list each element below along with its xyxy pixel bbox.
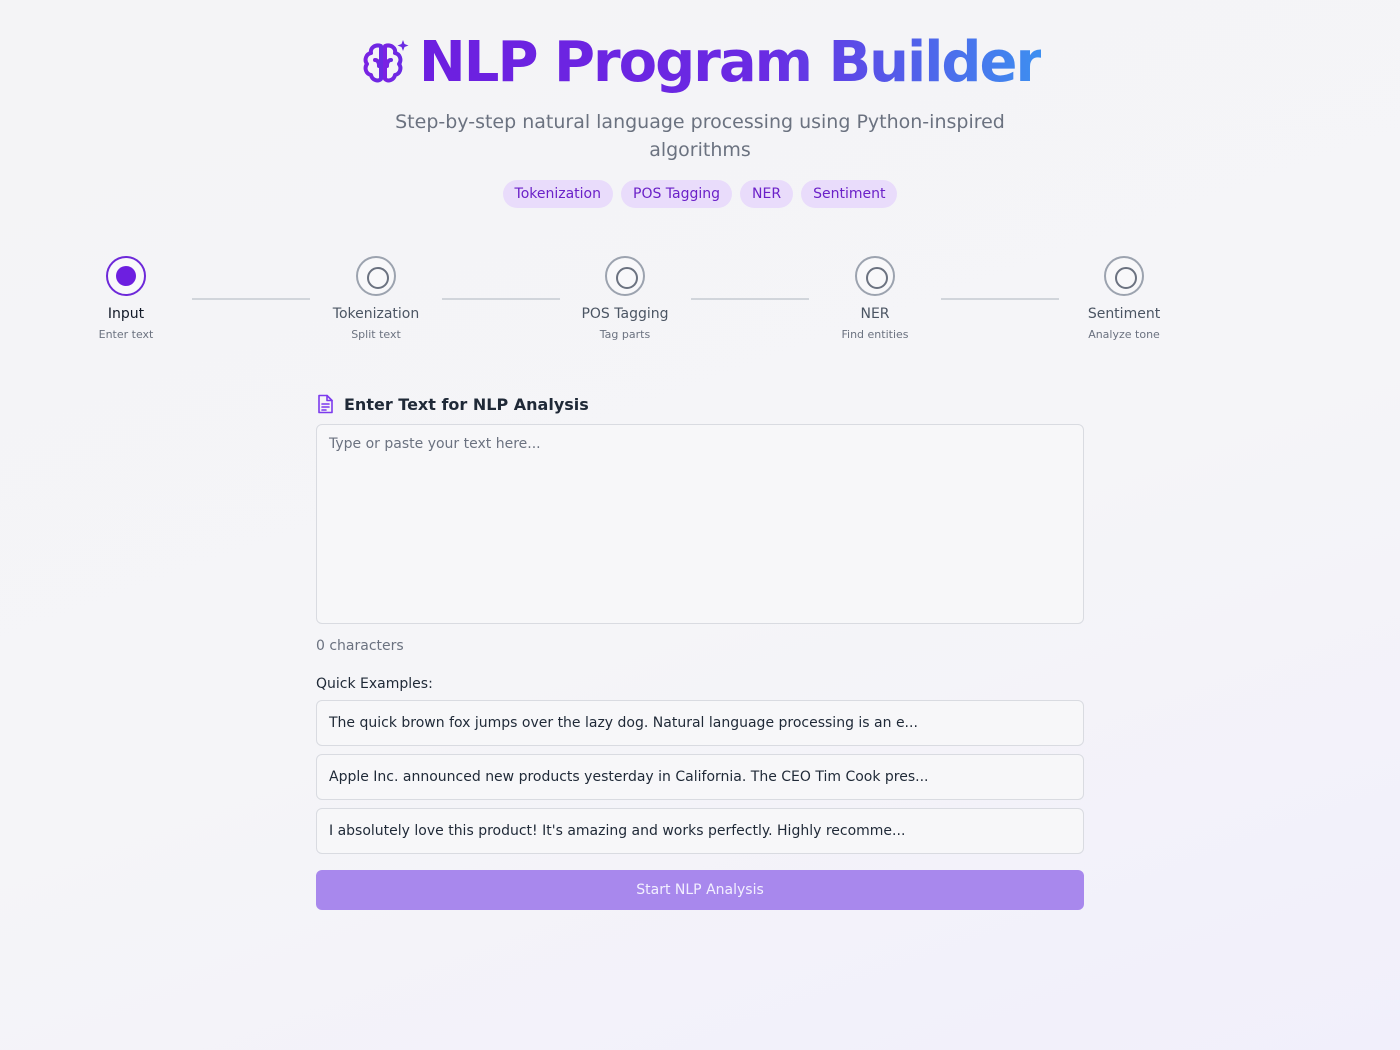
step-label: Tokenization bbox=[332, 306, 420, 322]
step-label: NER bbox=[860, 306, 890, 322]
section-header: Enter Text for NLP Analysis bbox=[316, 392, 1084, 416]
input-panel: Enter Text for NLP Analysis 0 characters… bbox=[316, 392, 1084, 910]
step-tokenization[interactable]: Tokenization Split text bbox=[306, 256, 446, 341]
example-item[interactable]: The quick brown fox jumps over the lazy … bbox=[316, 700, 1084, 746]
step-connector bbox=[941, 298, 1059, 300]
brain-icon bbox=[363, 40, 409, 83]
step-indicator bbox=[356, 256, 396, 296]
examples-title: Quick Examples: bbox=[316, 676, 433, 692]
step-connector bbox=[192, 298, 310, 300]
step-indicator bbox=[1104, 256, 1144, 296]
step-progress: Input Enter text Tokenization Split text… bbox=[0, 256, 1400, 356]
feature-tags: Tokenization POS Tagging NER Sentiment bbox=[0, 180, 1400, 208]
tag-pos-tagging: POS Tagging bbox=[621, 180, 733, 208]
example-item[interactable]: Apple Inc. announced new products yester… bbox=[316, 754, 1084, 800]
step-description: Enter text bbox=[98, 328, 154, 341]
step-description: Tag parts bbox=[599, 328, 651, 341]
document-icon bbox=[318, 394, 333, 414]
example-item[interactable]: I absolutely love this product! It's ama… bbox=[316, 808, 1084, 854]
tag-tokenization: Tokenization bbox=[502, 180, 613, 208]
section-title: Enter Text for NLP Analysis bbox=[344, 394, 589, 414]
step-input[interactable]: Input Enter text bbox=[56, 256, 196, 341]
text-input[interactable] bbox=[316, 424, 1084, 624]
step-description: Split text bbox=[351, 328, 401, 341]
step-label: Sentiment bbox=[1087, 306, 1161, 322]
step-ner[interactable]: NER Find entities bbox=[805, 256, 945, 341]
step-indicator-active bbox=[106, 256, 146, 296]
step-sentiment[interactable]: Sentiment Analyze tone bbox=[1054, 256, 1194, 341]
tag-ner: NER bbox=[740, 180, 794, 208]
step-description: Find entities bbox=[841, 328, 909, 341]
title-row: NLP Program Builder bbox=[0, 28, 1400, 96]
step-label: Input bbox=[107, 306, 145, 322]
page-header: NLP Program Builder Step-by-step natural… bbox=[0, 28, 1400, 208]
page-subtitle: Step-by-step natural language processing… bbox=[395, 111, 1005, 161]
tag-sentiment: Sentiment bbox=[801, 180, 898, 208]
start-analysis-button[interactable]: Start NLP Analysis bbox=[316, 870, 1084, 910]
step-description: Analyze tone bbox=[1088, 328, 1160, 341]
step-connector bbox=[691, 298, 809, 300]
character-count: 0 characters bbox=[316, 638, 404, 654]
step-indicator bbox=[605, 256, 645, 296]
step-connector bbox=[442, 298, 560, 300]
page-title: NLP Program Builder bbox=[418, 29, 1043, 95]
step-label: POS Tagging bbox=[581, 306, 669, 322]
step-pos-tagging[interactable]: POS Tagging Tag parts bbox=[555, 256, 695, 341]
step-indicator bbox=[855, 256, 895, 296]
